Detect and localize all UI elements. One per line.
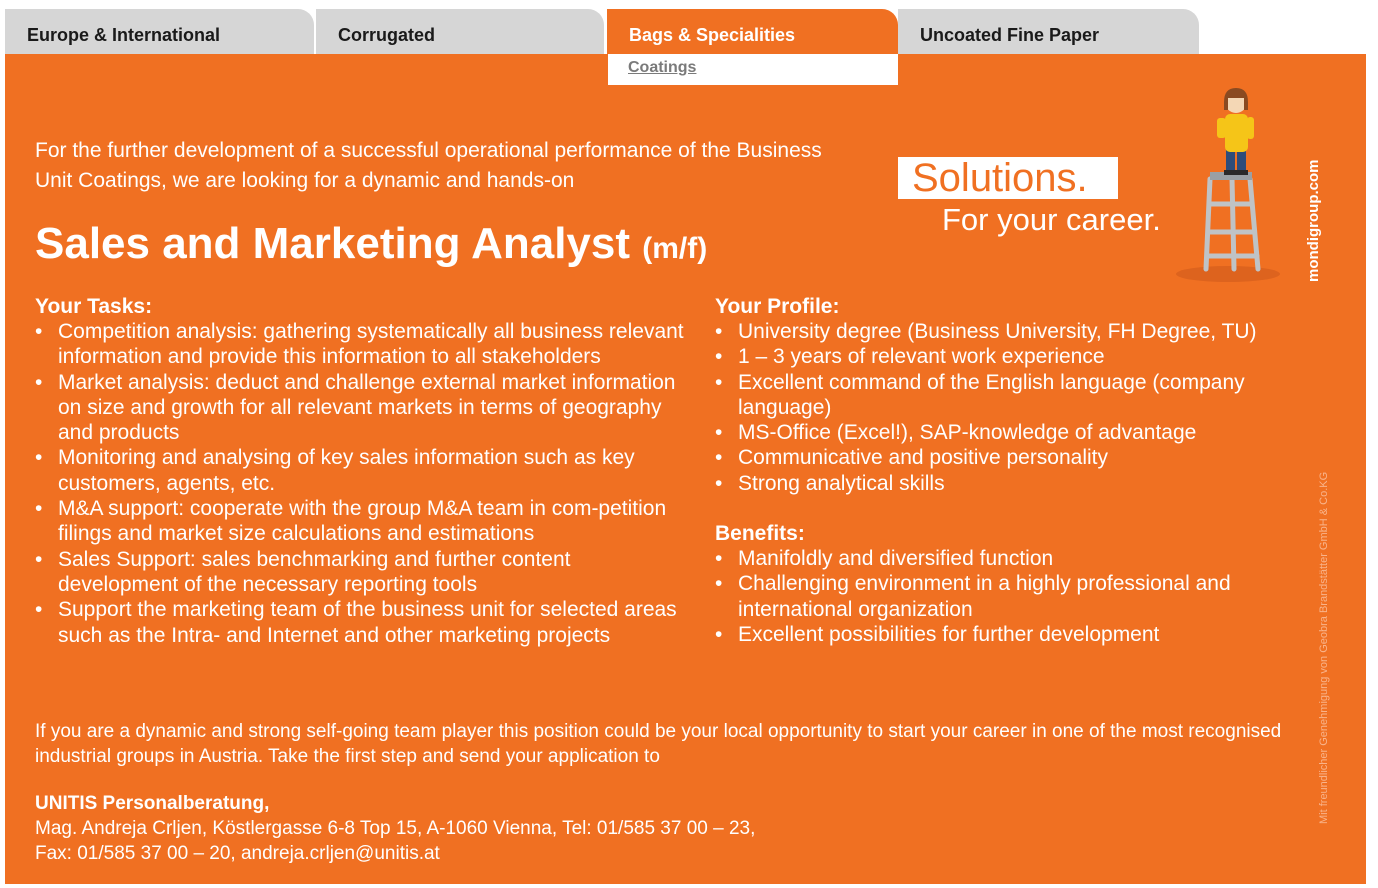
list-item: Excellent command of the English languag… <box>715 370 1315 421</box>
subnav-link-coatings[interactable]: Coatings <box>628 59 696 76</box>
contact-fax-email: Fax: 01/585 37 00 – 20, andreja.crljen@u… <box>35 843 440 864</box>
list-item: Excellent possibilities for further deve… <box>715 622 1315 648</box>
tasks-heading: Your Tasks: <box>35 295 153 318</box>
subnav: Coatings <box>608 54 898 85</box>
list-item: Competition analysis: gathering systemat… <box>35 319 685 370</box>
profile-heading: Your Profile: <box>715 295 840 318</box>
closing-text: If you are a dynamic and strong self-goi… <box>35 721 1282 767</box>
list-item: Challenging environment in a highly prof… <box>715 571 1315 622</box>
list-item: Sales Support: sales benchmarking and fu… <box>35 547 685 598</box>
list-item: Market analysis: deduct and challenge ex… <box>35 370 685 446</box>
solutions-logo: Solutions. <box>898 157 1118 199</box>
list-item: University degree (Business University, … <box>715 319 1315 345</box>
tasks-list: Competition analysis: gathering systemat… <box>35 319 685 648</box>
job-title: Sales and Marketing Analyst (m/f) <box>35 218 707 275</box>
job-title-suffix: (m/f) <box>642 232 708 265</box>
profile-list: University degree (Business University, … <box>715 319 1315 496</box>
job-title-text: Sales and Marketing Analyst <box>35 219 631 268</box>
list-item: Support the marketing team of the busine… <box>35 597 685 648</box>
tab-bags-specialities[interactable]: Bags & Specialities <box>607 9 898 54</box>
contact-company: UNITIS Personalberatung, <box>35 793 270 814</box>
career-tagline: For your career. <box>942 202 1161 237</box>
tab-europe-international[interactable]: Europe & International <box>5 9 314 54</box>
tab-uncoated-fine-paper[interactable]: Uncoated Fine Paper <box>898 9 1199 54</box>
intro-text: For the further development of a success… <box>35 139 822 192</box>
profile-column: Your Profile: University degree (Busines… <box>715 294 1315 648</box>
tasks-column: Your Tasks: Competition analysis: gather… <box>35 294 685 648</box>
tab-corrugated[interactable]: Corrugated <box>316 9 604 54</box>
list-item: 1 – 3 years of relevant work experience <box>715 344 1315 370</box>
list-item: Strong analytical skills <box>715 471 1315 497</box>
list-item: MS-Office (Excel!), SAP-knowledge of adv… <box>715 420 1315 446</box>
playmobil-figure-on-ladder-icon <box>1170 84 1290 284</box>
mondigroup-website-text: mondigroup.com <box>1305 159 1322 283</box>
category-tabs: Europe & International Corrugated Bags &… <box>0 0 1378 54</box>
job-ad-panel: For the further development of a success… <box>5 54 1366 884</box>
benefits-list: Manifoldly and diversified function Chal… <box>715 546 1315 647</box>
list-item: Monitoring and analysing of key sales in… <box>35 445 685 496</box>
list-item: Communicative and positive personality <box>715 445 1315 471</box>
photo-credit: Mit freundlicher Genehmigung von Geobra … <box>1318 471 1330 824</box>
benefits-heading: Benefits: <box>715 522 805 546</box>
contact-address: Mag. Andreja Crljen, Köstlergasse 6-8 To… <box>35 818 756 839</box>
list-item: Manifoldly and diversified function <box>715 546 1315 572</box>
list-item: M&A support: cooperate with the group M&… <box>35 496 685 547</box>
